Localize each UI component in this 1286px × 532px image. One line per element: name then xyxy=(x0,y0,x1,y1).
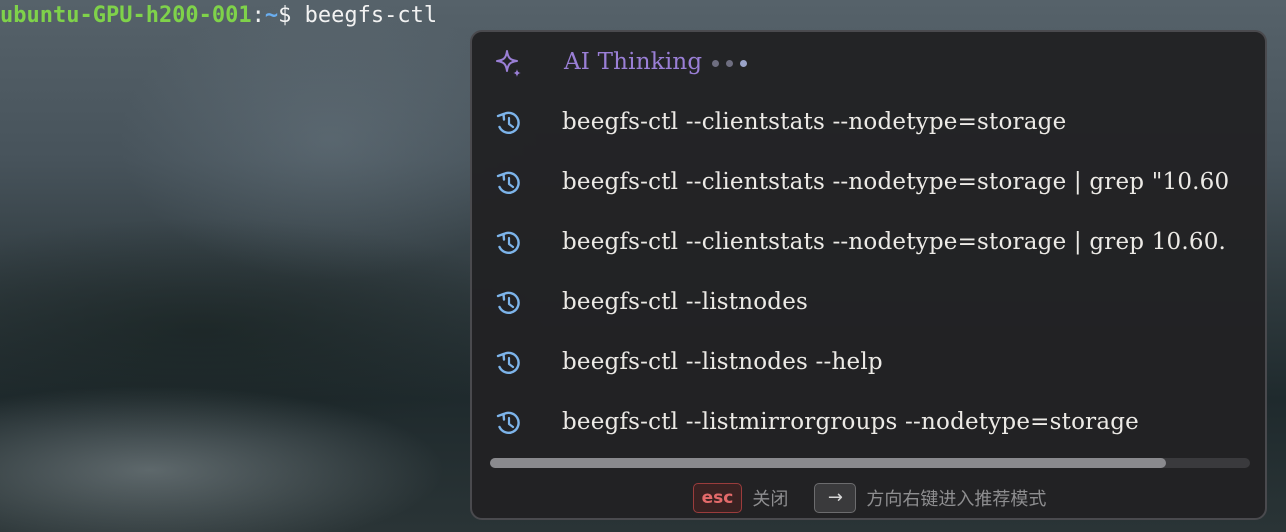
terminal-path: ~ xyxy=(264,3,279,28)
suggestion-text: beegfs-ctl --listnodes --help xyxy=(562,349,883,375)
suggestion-item[interactable]: beegfs-ctl --listmirrorgroups --nodetype… xyxy=(472,392,1265,452)
loading-dots xyxy=(712,32,754,92)
suggestion-text: beegfs-ctl --listmirrorgroups --nodetype… xyxy=(562,409,1139,435)
ai-thinking-row: AI Thinking xyxy=(472,32,1265,92)
suggestion-text: beegfs-ctl --clientstats --nodetype=stor… xyxy=(562,109,1067,135)
scrollbar-thumb[interactable] xyxy=(490,458,1166,468)
horizontal-scrollbar[interactable] xyxy=(490,458,1250,468)
history-icon xyxy=(492,406,526,440)
terminal-separator: : xyxy=(251,3,265,28)
popup-footer: esc 关闭 → 方向右键进入推荐模式 xyxy=(472,480,1265,516)
ai-thinking-status: AI Thinking xyxy=(564,32,754,92)
arrow-label: 方向右键进入推荐模式 xyxy=(866,489,1047,510)
suggestion-item[interactable]: beegfs-ctl --clientstats --nodetype=stor… xyxy=(472,212,1265,272)
suggestion-text: beegfs-ctl --clientstats --nodetype=stor… xyxy=(562,229,1227,255)
terminal-prompt-symbol: $ xyxy=(278,3,305,28)
history-icon xyxy=(492,286,526,320)
sparkle-icon xyxy=(492,46,526,80)
suggestion-text: beegfs-ctl --clientstats --nodetype=stor… xyxy=(562,169,1230,195)
suggestion-item[interactable]: beegfs-ctl --clientstats --nodetype=stor… xyxy=(472,92,1265,152)
right-arrow-key-hint[interactable]: → xyxy=(814,483,857,513)
ai-thinking-label: AI Thinking xyxy=(564,49,703,75)
esc-key-hint[interactable]: esc xyxy=(692,483,743,513)
terminal-prompt-line[interactable]: ubuntu-GPU-h200-001:~$ beegfs-ctl xyxy=(0,2,437,30)
history-icon xyxy=(492,226,526,260)
suggestion-item[interactable]: beegfs-ctl --listnodes xyxy=(472,272,1265,332)
history-icon xyxy=(492,106,526,140)
history-icon xyxy=(492,166,526,200)
history-icon xyxy=(492,346,526,380)
esc-label: 关闭 xyxy=(752,489,789,510)
suggestion-item[interactable]: beegfs-ctl --clientstats --nodetype=stor… xyxy=(472,152,1265,212)
terminal-user-host: ubuntu-GPU-h200-001 xyxy=(0,3,252,28)
suggestion-item[interactable]: beegfs-ctl --listnodes --help xyxy=(472,332,1265,392)
ai-suggestion-popup: AI Thinking beegfs-ctl --clientstats --n… xyxy=(470,30,1267,520)
suggestion-text: beegfs-ctl --listnodes xyxy=(562,289,809,315)
terminal-command-input[interactable]: beegfs-ctl xyxy=(305,3,437,28)
